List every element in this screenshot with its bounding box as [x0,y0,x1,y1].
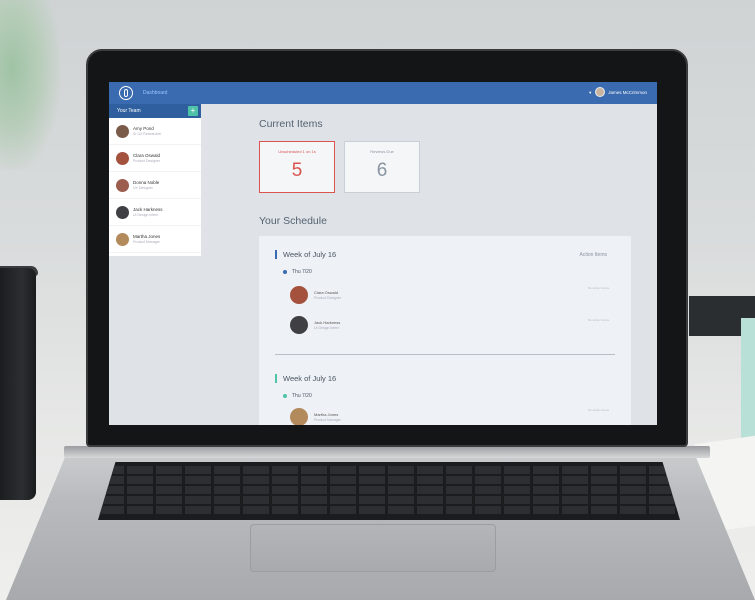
user-name: James McCrimmon [608,89,647,95]
action-items-label: Action Items [579,252,607,258]
stat-value: 5 [291,160,303,181]
member-avatar [116,151,129,165]
laptop-keyboard [98,462,680,520]
day-text: Thu 7/20 [292,393,312,399]
schedule-panel: Week of July 16 Action Items Thu 7/20 Cl… [259,236,631,425]
laptop-trackpad [250,524,496,572]
add-member-button[interactable]: + [188,106,198,116]
member-avatar [116,178,129,192]
no-action-items: No Action Items [587,286,609,290]
caret-down-icon[interactable]: ▼ [588,90,592,95]
unscheduled-card[interactable]: Unscheduled 1 on 1s 5 [259,141,335,193]
day-dot-icon [283,393,287,398]
member-name: Amy Pond [133,126,154,131]
team-sidebar: Your Team + Amy Pond Sr UX Researcher Cl… [109,104,201,256]
team-member[interactable]: Amy Pond Sr UX Researcher [109,118,201,145]
member-name: Jack Harkness [133,207,163,212]
laptop-hinge [64,446,710,458]
reviews-due-card[interactable]: Reviews Due 6 [344,141,420,193]
schedule-title: Your Schedule [259,215,327,227]
week-header: Week of July 16 [275,374,336,383]
team-member[interactable]: Jack Harkness UI Design Intern [109,199,201,226]
member-avatar [116,232,129,246]
schedule-entry[interactable]: Clara Oswald Product Designer [290,286,341,304]
member-role: UI Design Intern [133,213,159,217]
member-role: Product Manager [133,240,160,244]
entry-name: Martha Jones [314,412,339,417]
entry-name: Clara Oswald [314,290,339,295]
schedule-entry[interactable]: Martha Jones Product Manager [290,408,341,425]
nav-dashboard-link[interactable]: Dashboard [143,90,167,96]
week-divider [275,354,615,355]
app-logo-icon[interactable] [119,86,133,100]
entry-avatar [290,286,308,304]
team-member[interactable]: Martha Jones Product Manager [109,226,201,253]
entry-name: Jack Harkness [314,320,341,325]
team-member[interactable]: Clara Oswald Product Designer [109,145,201,172]
entry-role: Product Designer [314,296,342,300]
member-avatar [116,124,129,138]
background-mug [0,268,36,500]
app-header: Dashboard ▼ James McCrimmon [109,82,657,104]
week-header: Week of July 16 [275,250,336,259]
user-avatar [595,87,606,97]
member-role: UX Designer [133,186,153,190]
background-object [741,318,755,438]
laptop-screen: Dashboard ▼ James McCrimmon Your Team + … [109,82,657,425]
day-label: Thu 7/20 [283,393,312,399]
stat-label: Unscheduled 1 on 1s [278,149,316,154]
member-role: Sr UX Researcher [133,132,162,136]
entry-role: UI Design Intern [314,326,340,330]
entry-avatar [290,408,308,425]
team-title: Your Team [117,108,141,114]
day-text: Thu 7/20 [292,269,312,275]
no-action-items: No Action Items [587,408,609,412]
entry-avatar [290,316,308,334]
team-header: Your Team + [109,104,201,118]
user-menu[interactable]: ▼ James McCrimmon [588,87,647,97]
member-avatar [116,205,129,219]
current-items-title: Current Items [259,118,323,130]
member-name: Clara Oswald [133,153,161,158]
no-action-items: No Action Items [587,318,609,322]
member-name: Martha Jones [133,234,161,239]
stat-value: 6 [376,160,388,181]
team-member[interactable]: Donna Noble UX Designer [109,172,201,199]
stat-label: Reviews Due [370,149,394,154]
schedule-entry[interactable]: Jack Harkness UI Design Intern [290,316,340,334]
background-plant [0,0,60,170]
day-label: Thu 7/20 [283,269,312,275]
member-role: Product Designer [133,159,161,163]
entry-role: Product Manager [314,418,341,422]
day-dot-icon [283,269,287,274]
member-name: Donna Noble [133,180,160,185]
